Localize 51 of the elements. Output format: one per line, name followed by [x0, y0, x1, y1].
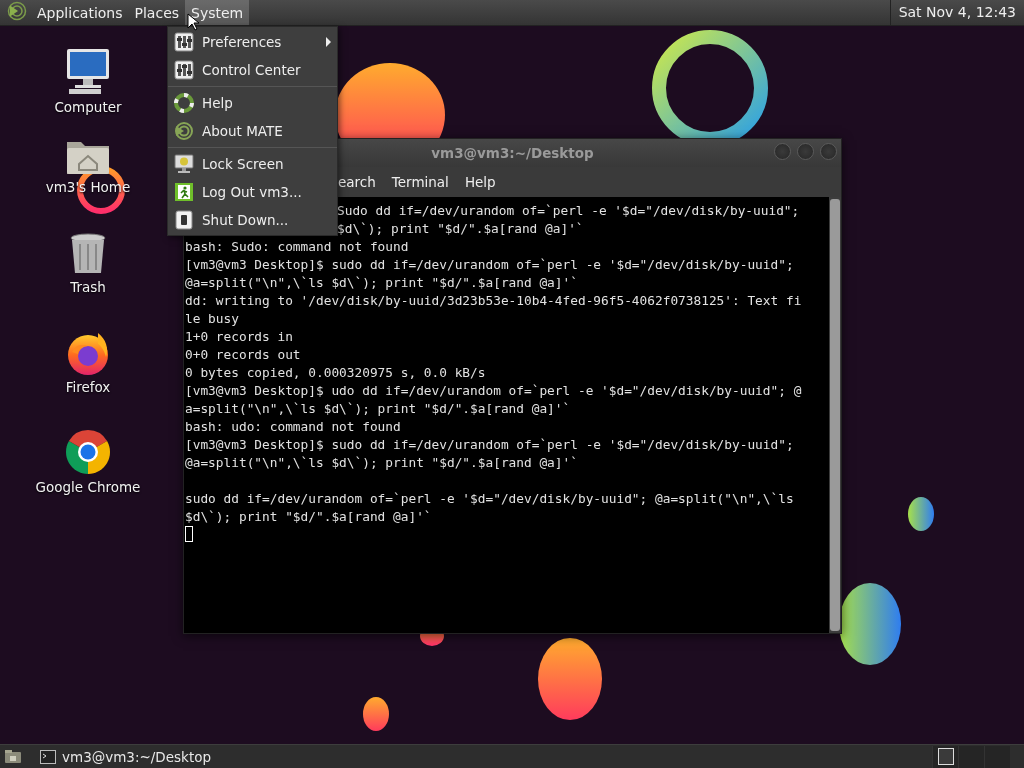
terminal-line: $d\`); print "$d/".$a[rand @a]'` — [337, 220, 584, 238]
terminal-line: [vm3@vm3 Desktop]$ sudo dd if=/dev/urandom of=`perl -e '$d="/dev/disk/by-uuid"; — [185, 256, 794, 274]
menu-item[interactable]: Shut Down... — [168, 206, 337, 234]
terminal-line: a=split("\n",\`ls $d\`); print "$d/".$a[rand @a]'` — [185, 400, 571, 418]
terminal-line: le busy — [185, 310, 239, 328]
workspace-switcher[interactable] — [932, 745, 1010, 768]
menu-item[interactable]: earch — [338, 174, 383, 190]
terminal-line: dd: writing to '/dev/disk/by-uuid/3d23b53e-10b4-4fed-96f5-4062f0738125': Text fi — [185, 292, 802, 310]
terminal-line: [vm3@vm3 Desktop]$ udo dd if=/dev/urandom of=`perl -e '$d="/dev/disk/by-uuid"; @ — [185, 382, 802, 400]
menu-item[interactable]: Help — [457, 174, 503, 190]
terminal-line: 0+0 records out — [185, 346, 301, 364]
terminal-line: Sudo dd if=/dev/urandom of=`perl -e '$d="/dev/disk/by-uuid"; — [337, 202, 800, 220]
terminal-line: bash: Sudo: command not found — [185, 238, 409, 256]
icon-label[interactable]: Trash — [70, 279, 106, 295]
icon-label[interactable]: Computer — [54, 99, 122, 115]
scrollbar[interactable] — [829, 197, 841, 633]
terminal-line: bash: udo: command not found — [185, 418, 401, 436]
menu-item[interactable]: Preferences — [168, 28, 337, 56]
icon-label[interactable]: Firefox — [65, 379, 111, 395]
menu-item[interactable]: Control Center — [168, 56, 337, 84]
menu-item[interactable]: Lock Screen — [168, 150, 337, 178]
settings-icon — [174, 60, 194, 80]
terminal-line: @a=split("\n",\`ls $d\`); print "$d/".$a[rand @a]'` — [185, 454, 578, 472]
lifebuoy-icon — [174, 93, 194, 113]
clock[interactable]: Sat Nov 4, 12:43 — [889, 0, 1024, 25]
text-cursor — [185, 526, 193, 542]
panel-menu[interactable]: Places — [128, 0, 186, 25]
terminal-line: @a=split("\n",\`ls $d\`); print "$d/".$a[rand @a]'` — [185, 274, 578, 292]
power-switch-icon — [174, 210, 194, 230]
taskbar-button[interactable]: vm3@vm3:~/Desktop — [34, 745, 234, 768]
terminal-line: [vm3@vm3 Desktop]$ sudo dd if=/dev/urandom of=`perl -e '$d="/dev/disk/by-uuid"; — [185, 436, 794, 454]
trash-icon[interactable] — [68, 232, 108, 276]
terminal-line: 1+0 records in — [185, 328, 293, 346]
lock-screen-icon — [174, 154, 194, 174]
panel-menu[interactable]: System — [185, 0, 250, 25]
browser-icon[interactable] — [64, 428, 112, 476]
window-title: vm3@vm3:~/Desktop — [431, 145, 594, 161]
panel-menu[interactable]: Applications — [31, 0, 129, 25]
icon-label[interactable]: Google Chrome — [35, 479, 141, 495]
menu-item[interactable]: Log Out vm3... — [168, 178, 337, 206]
terminal-line: $d\`); print "$d/".$a[rand @a]'` — [185, 508, 432, 526]
terminal-icon — [40, 749, 56, 764]
exit-icon — [174, 182, 194, 202]
menu-item[interactable]: Terminal — [384, 174, 456, 190]
menu-item[interactable]: Help — [168, 89, 337, 117]
logo-icon — [174, 121, 194, 141]
show-desktop-icon[interactable] — [4, 748, 22, 765]
settings-icon — [174, 32, 194, 52]
terminal-line: sudo dd if=/dev/urandom of=`perl -e '$d="/dev/disk/by-uuid"; @a=split("\n",\`ls — [185, 490, 794, 508]
terminal-line: 0 bytes copied, 0.000320975 s, 0.0 kB/s — [185, 364, 486, 382]
menu-item[interactable]: About MATE — [168, 117, 337, 145]
